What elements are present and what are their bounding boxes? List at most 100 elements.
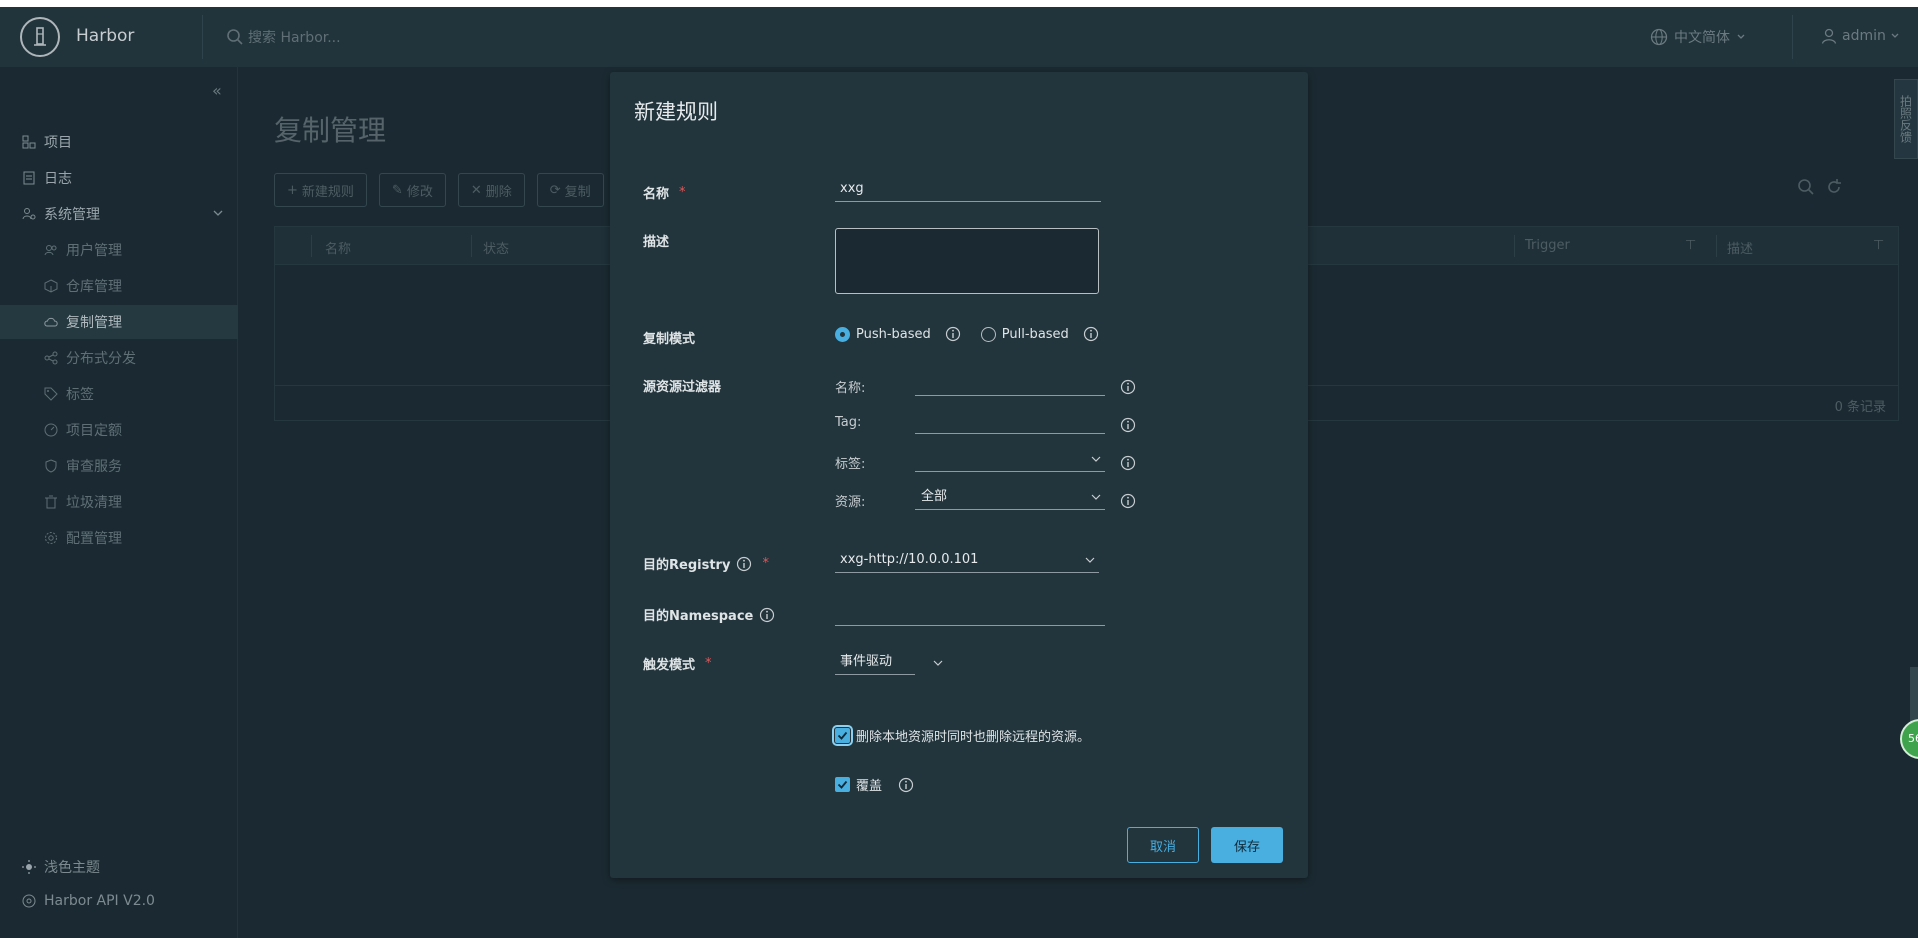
sidebar-item-projects[interactable]: 项目 bbox=[0, 125, 238, 159]
name-input[interactable]: xxg bbox=[835, 178, 1101, 202]
sidebar-item-users[interactable]: 用户管理 bbox=[0, 233, 238, 267]
info-icon[interactable] bbox=[1083, 326, 1099, 342]
required-mark: * bbox=[705, 656, 712, 671]
override-checkbox[interactable] bbox=[835, 777, 850, 792]
sidebar-item-label: 复制管理 bbox=[66, 315, 122, 331]
float-badge[interactable]: 56 bbox=[1900, 719, 1918, 759]
sidebar-item-label: 审查服务 bbox=[66, 459, 122, 475]
info-icon[interactable] bbox=[898, 777, 914, 793]
search-icon[interactable] bbox=[1797, 178, 1815, 196]
dest-registry-select[interactable]: xxg-http://10.0.0.101 bbox=[835, 549, 1099, 573]
search-input[interactable]: 搜索 Harbor... bbox=[248, 27, 341, 47]
cube-icon bbox=[44, 279, 58, 293]
user-menu[interactable]: admin bbox=[1820, 27, 1900, 45]
filter-icon[interactable]: ⊤ bbox=[1873, 238, 1884, 253]
override-option: 覆盖 bbox=[835, 775, 914, 794]
delete-button[interactable]: ✕ 删除 bbox=[457, 173, 525, 207]
sidebar-item-config[interactable]: 配置管理 bbox=[0, 521, 238, 555]
filter-resource-select[interactable]: 全部 bbox=[915, 486, 1105, 510]
sidebar-item-gc[interactable]: 垃圾清理 bbox=[0, 485, 238, 519]
global-search[interactable]: 搜索 Harbor... bbox=[226, 27, 341, 47]
new-rule-button[interactable]: + 新建规则 bbox=[274, 173, 367, 207]
delete-remote-checkbox[interactable] bbox=[832, 725, 853, 746]
info-icon[interactable] bbox=[1120, 455, 1136, 471]
column-name[interactable]: 名称 bbox=[325, 238, 351, 257]
language-selector[interactable]: 中文简体 bbox=[1650, 27, 1746, 47]
share-icon bbox=[44, 351, 58, 365]
user-name: admin bbox=[1842, 28, 1886, 44]
gauge-icon bbox=[44, 423, 58, 437]
api-label: Harbor API V2.0 bbox=[44, 893, 155, 909]
admin-icon bbox=[22, 207, 36, 221]
filter-label-select[interactable] bbox=[915, 448, 1105, 472]
description-label: 描述 bbox=[643, 235, 670, 250]
column-divider bbox=[311, 235, 312, 257]
theme-toggle[interactable]: 浅色主题 bbox=[22, 857, 100, 877]
feedback-tab[interactable]: 拍照反馈 bbox=[1894, 79, 1918, 159]
column-divider bbox=[1716, 235, 1717, 257]
api-link[interactable]: Harbor API V2.0 bbox=[22, 893, 155, 909]
description-textarea[interactable] bbox=[835, 228, 1099, 294]
theme-label: 浅色主题 bbox=[44, 860, 100, 876]
chevron-down-icon bbox=[1085, 557, 1095, 563]
refresh-icon[interactable] bbox=[1825, 178, 1843, 196]
brand-name[interactable]: Harbor bbox=[76, 26, 134, 46]
filter-name-label: 名称: bbox=[835, 381, 866, 396]
cancel-button[interactable]: 取消 bbox=[1127, 827, 1199, 863]
table-tools bbox=[1797, 178, 1843, 196]
sidebar: « 项目 日志 系统管理 用户管理 仓库管理 复制管理 分布式分发 标签 项目定… bbox=[0, 67, 238, 938]
language-label: 中文简体 bbox=[1674, 30, 1730, 46]
push-based-radio[interactable] bbox=[835, 326, 850, 342]
sidebar-item-replications[interactable]: 复制管理 bbox=[0, 305, 238, 339]
sidebar-item-interrogation[interactable]: 审查服务 bbox=[0, 449, 238, 483]
close-icon: ✕ bbox=[470, 182, 482, 198]
trigger-mode-select[interactable]: 事件驱动 bbox=[835, 651, 915, 675]
info-icon[interactable] bbox=[1120, 379, 1136, 395]
sidebar-item-quotas[interactable]: 项目定额 bbox=[0, 413, 238, 447]
copy-button[interactable]: ⟳ 复制 bbox=[536, 173, 604, 207]
chevron-down-icon bbox=[1737, 34, 1745, 39]
filter-tag-input[interactable] bbox=[915, 410, 1105, 434]
info-icon[interactable] bbox=[736, 556, 752, 572]
collapse-sidebar-icon[interactable]: « bbox=[212, 81, 222, 100]
dest-namespace-label: 目的Namespace bbox=[643, 605, 775, 624]
column-status[interactable]: 状态 bbox=[483, 238, 509, 257]
sidebar-item-labels[interactable]: 标签 bbox=[0, 377, 238, 411]
sidebar-item-logs[interactable]: 日志 bbox=[0, 161, 238, 195]
filter-name-input[interactable] bbox=[915, 372, 1105, 396]
dest-registry-value: xxg-http://10.0.0.101 bbox=[840, 552, 979, 567]
info-icon[interactable] bbox=[945, 326, 961, 342]
info-icon[interactable] bbox=[1120, 417, 1136, 433]
harbor-app: Harbor 搜索 Harbor... 中文简体 admin « 项目 日志 系… bbox=[0, 7, 1918, 938]
page-title: 复制管理 bbox=[274, 114, 387, 147]
chevron-down-icon[interactable] bbox=[933, 658, 943, 668]
top-header: Harbor 搜索 Harbor... 中文简体 admin bbox=[0, 7, 1918, 67]
sidebar-item-system-admin[interactable]: 系统管理 bbox=[0, 197, 238, 231]
chevron-down-icon bbox=[213, 210, 223, 216]
sidebar-item-label: 仓库管理 bbox=[66, 279, 122, 295]
document-icon bbox=[22, 171, 36, 185]
column-trigger[interactable]: Trigger bbox=[1525, 238, 1570, 253]
override-label: 覆盖 bbox=[856, 779, 883, 794]
projects-icon bbox=[22, 135, 36, 149]
record-count: 0 条记录 bbox=[1834, 400, 1886, 415]
sidebar-item-label: 系统管理 bbox=[44, 207, 100, 223]
sidebar-item-distribution[interactable]: 分布式分发 bbox=[0, 341, 238, 375]
sidebar-item-registries[interactable]: 仓库管理 bbox=[0, 269, 238, 303]
sidebar-item-label: 项目 bbox=[44, 135, 72, 151]
filter-resource-value: 全部 bbox=[921, 489, 948, 504]
pull-based-radio[interactable] bbox=[980, 326, 996, 342]
info-icon[interactable] bbox=[1120, 493, 1136, 509]
dest-namespace-input[interactable] bbox=[835, 602, 1105, 626]
source-filter-label: 源资源过滤器 bbox=[643, 380, 722, 395]
harbor-logo-icon[interactable] bbox=[20, 17, 60, 57]
chevron-down-icon bbox=[1091, 494, 1101, 500]
trigger-mode-label: 触发模式 * bbox=[643, 654, 712, 673]
filter-icon[interactable]: ⊤ bbox=[1685, 238, 1696, 253]
column-description[interactable]: 描述 bbox=[1727, 238, 1753, 257]
info-icon[interactable] bbox=[759, 607, 775, 623]
edit-button[interactable]: ✎ 修改 bbox=[378, 173, 446, 207]
search-icon bbox=[227, 29, 243, 45]
save-button[interactable]: 保存 bbox=[1211, 827, 1283, 863]
name-label-text: 名称 bbox=[643, 187, 670, 202]
